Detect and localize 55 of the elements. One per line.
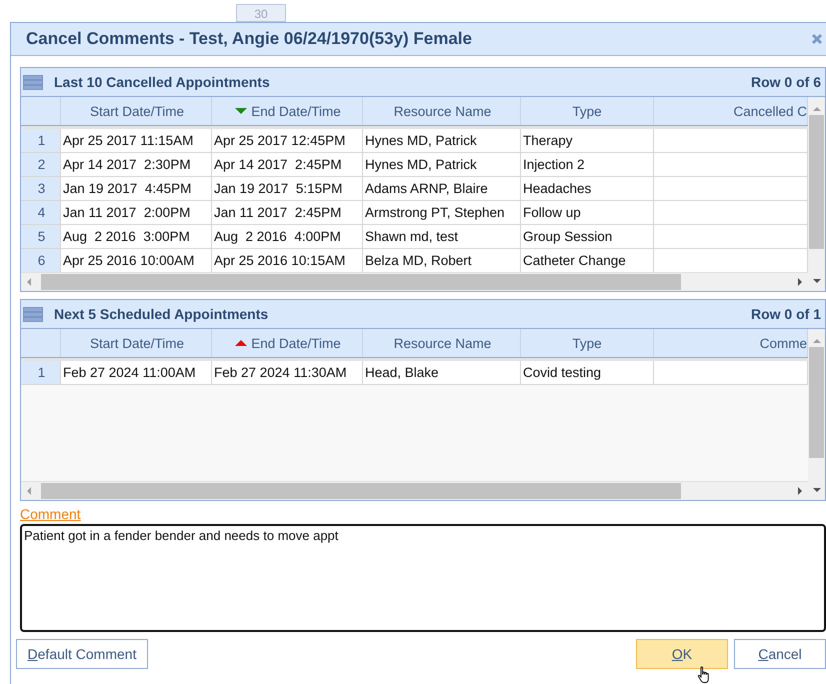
table-cell: Headaches [521, 177, 654, 201]
table-cell: Armstrong PT, Stephen [363, 201, 521, 225]
table-cell: Hynes MD, Patrick [363, 153, 521, 177]
row-number: 2 [21, 153, 61, 177]
row-number: 5 [21, 225, 61, 249]
horizontal-scrollbar[interactable] [21, 272, 808, 291]
row-number: 1 [21, 129, 61, 153]
row-number: 1 [21, 361, 61, 385]
header-label[interactable]: End Date/Time [251, 330, 341, 356]
table-cell: Shawn md, test [363, 225, 521, 249]
table-cell: Apr 25 2017 11:15AM [61, 129, 212, 153]
table-cell: Injection 2 [521, 153, 654, 177]
table-cell: Apr 25 2016 10:15AM [212, 249, 363, 272]
table-cell: Feb 27 2024 11:30AM [212, 361, 363, 385]
table-cell: Follow up [521, 201, 654, 225]
table-cell: Covid testing [521, 361, 654, 385]
table-cell: Hynes MD, Patrick [363, 129, 521, 153]
table-cell: Apr 14 2017 2:30PM [61, 153, 212, 177]
table-cell: Jan 19 2017 4:45PM [61, 177, 212, 201]
horizontal-scrollbar[interactable] [21, 481, 808, 500]
table-cell: Apr 25 2017 12:45PM [212, 129, 363, 153]
table-cell: Adams ARNP, Blaire [363, 177, 521, 201]
grip-icon[interactable] [23, 74, 43, 90]
table-cell: Jan 19 2017 5:15PM [212, 177, 363, 201]
comment-field[interactable]: Patient got in a fender bender and needs to move appt [20, 524, 826, 632]
ok-button[interactable]: OK [636, 639, 728, 669]
table-cell: Feb 27 2024 11:00AM [61, 361, 212, 385]
table-cell: Aug 2 2016 4:00PM [212, 225, 363, 249]
header-label[interactable]: End Date/Time [251, 98, 341, 124]
panel-title: Next 5 Scheduled Appointments [54, 306, 270, 322]
table-cell: Aug 2 2016 3:00PM [61, 225, 212, 249]
row-count: Row 0 of 1 [750, 306, 821, 322]
table-cell: Belza MD, Robert [363, 249, 521, 272]
row-number: 3 [21, 177, 61, 201]
table-cell: Head, Blake [363, 361, 521, 385]
row-number: 6 [21, 249, 61, 272]
close-button[interactable] [811, 33, 823, 45]
vertical-scrollbar[interactable] [808, 97, 825, 291]
row-number: 4 [21, 201, 61, 225]
close-icon [811, 33, 823, 45]
table-cell: Apr 25 2016 10:00AM [61, 249, 212, 272]
panel-title: Last 10 Cancelled Appointments [54, 74, 271, 90]
table-cell: Jan 11 2017 2:45PM [212, 201, 363, 225]
default-comment-button[interactable]: Default Comment [16, 639, 148, 669]
calendar-day: 30 [236, 4, 286, 22]
grip-icon[interactable] [23, 306, 43, 322]
table-cell: Therapy [521, 129, 654, 153]
table-cell: Catheter Change [521, 249, 654, 272]
window-title: Cancel Comments - Test, Angie 06/24/1970(53y) Female [26, 29, 473, 49]
cancel-button[interactable]: Cancel [734, 639, 826, 669]
table-cell: Group Session [521, 225, 654, 249]
table-cell: Jan 11 2017 2:00PM [61, 201, 212, 225]
table-cell: Apr 14 2017 2:45PM [212, 153, 363, 177]
row-count: Row 0 of 6 [750, 74, 821, 90]
vertical-scrollbar[interactable] [808, 329, 825, 500]
